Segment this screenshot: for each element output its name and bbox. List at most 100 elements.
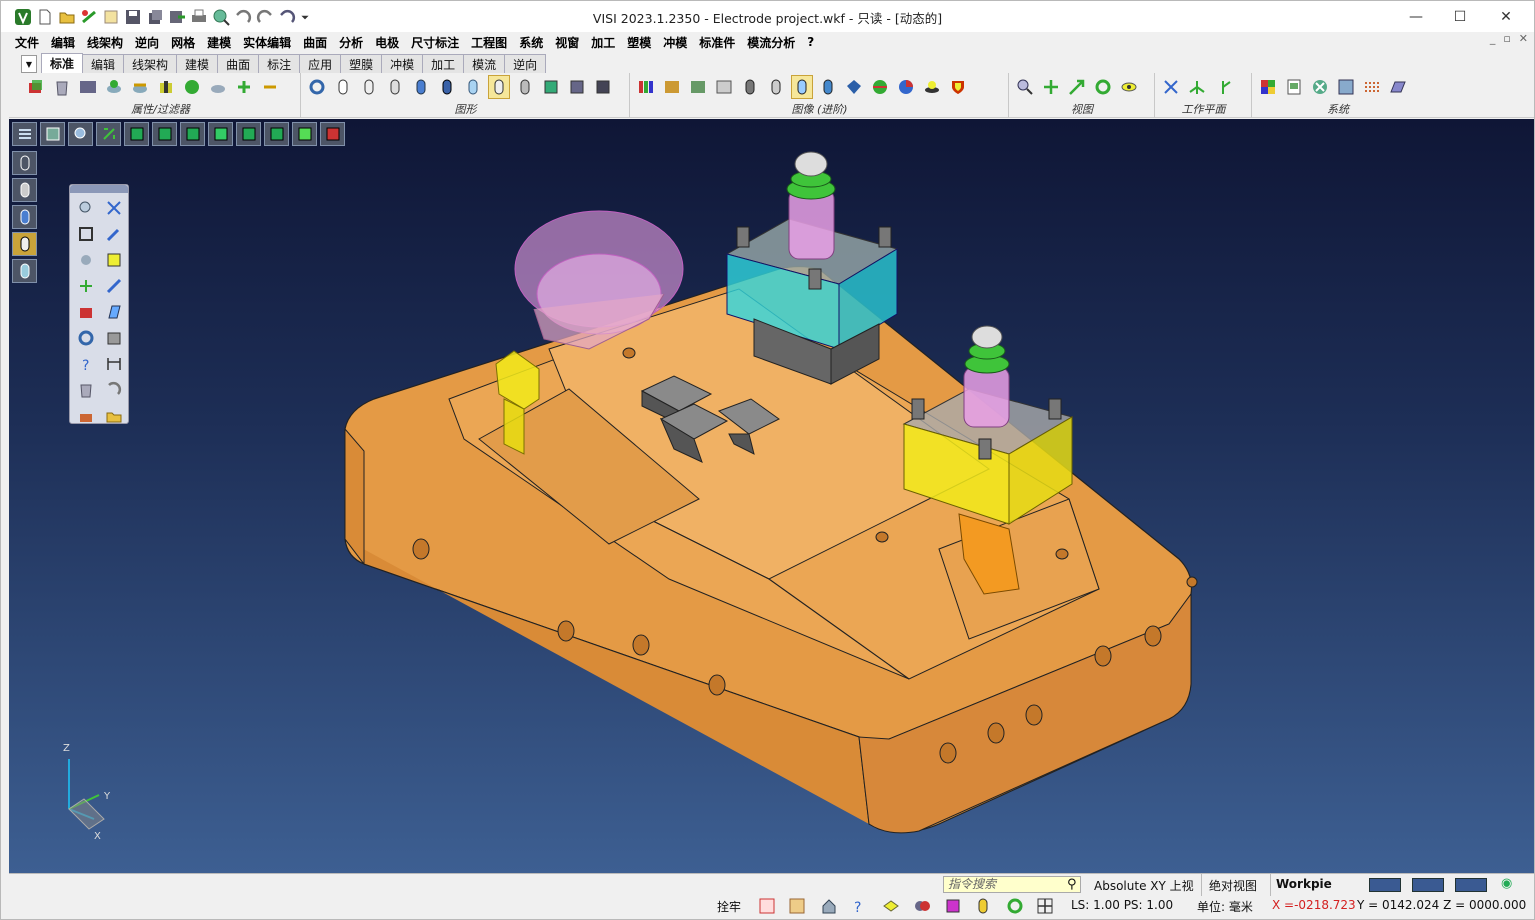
menu-reverse[interactable]: 逆向 <box>129 34 165 51</box>
export-icon[interactable] <box>167 7 187 27</box>
measure-icon[interactable] <box>74 196 98 220</box>
view-top-icon[interactable] <box>124 122 149 146</box>
cad-model-scene[interactable]: Z Y X <box>9 119 1534 873</box>
tab-surface[interactable]: 曲面 <box>217 54 260 73</box>
tab-reverse[interactable]: 逆向 <box>504 54 547 73</box>
delete-icon[interactable] <box>51 75 73 99</box>
back-arrow-icon[interactable] <box>102 378 126 402</box>
redo-icon[interactable] <box>255 7 275 27</box>
close-button[interactable]: ✕ <box>1483 1 1529 32</box>
isolate-icon[interactable] <box>207 75 229 99</box>
preview-icon[interactable] <box>211 7 231 27</box>
plane-icon[interactable] <box>1387 75 1409 99</box>
mdi-restore-button[interactable]: ▫ <box>1503 32 1510 45</box>
tab-progress-die[interactable]: 冲模 <box>381 54 424 73</box>
open-folder-icon[interactable] <box>57 7 77 27</box>
menu-lines-icon[interactable] <box>12 122 37 146</box>
help-icon[interactable]: ? <box>849 896 869 916</box>
mdi-minimize-button[interactable]: _ <box>1490 32 1496 45</box>
tab-plastic[interactable]: 塑膜 <box>340 54 383 73</box>
menu-system[interactable]: 系统 <box>513 34 549 51</box>
view-iso-icon[interactable] <box>208 122 233 146</box>
cube-status-icon[interactable] <box>943 896 963 916</box>
edit-pencil-icon[interactable] <box>102 222 126 246</box>
snap-label[interactable]: 拴牢 <box>717 898 741 915</box>
workpiece-label[interactable]: Workpie <box>1276 877 1332 891</box>
workplane-set-icon[interactable] <box>1212 75 1234 99</box>
light-icon[interactable] <box>921 75 943 99</box>
tab-wireframe[interactable]: 线架构 <box>123 54 178 73</box>
menu-modeling[interactable]: 建模 <box>201 34 237 51</box>
mdi-close-button[interactable]: ✕ <box>1519 32 1528 45</box>
render-cyl-icon[interactable] <box>514 75 536 99</box>
hidden-cyl-icon[interactable] <box>358 75 380 99</box>
workplane-axes-icon[interactable] <box>1186 75 1208 99</box>
import-icon[interactable] <box>79 7 99 27</box>
rgb-icon[interactable] <box>635 75 657 99</box>
diamond-icon[interactable] <box>843 75 865 99</box>
dynamic-rotate-icon[interactable] <box>96 122 121 146</box>
undo-icon[interactable] <box>233 7 253 27</box>
pie-icon[interactable] <box>895 75 917 99</box>
shield-icon[interactable] <box>947 75 969 99</box>
magic-icon[interactable] <box>74 248 98 272</box>
refresh-icon[interactable] <box>74 326 98 350</box>
menu-flow[interactable]: 模流分析 <box>741 34 801 51</box>
paint-icon[interactable] <box>74 300 98 324</box>
color-icon[interactable] <box>181 75 203 99</box>
wireframe-cyl-icon[interactable] <box>332 75 354 99</box>
command-search-input[interactable]: 指令搜索 <box>943 876 1081 893</box>
shaded-edges-mode-icon[interactable] <box>12 232 37 256</box>
group-status-icon[interactable] <box>912 896 932 916</box>
menu-mould[interactable]: 塑模 <box>621 34 657 51</box>
view-back-icon[interactable] <box>236 122 261 146</box>
zoom-icon[interactable] <box>1014 75 1036 99</box>
folder-tool-icon[interactable] <box>102 404 126 428</box>
view-shaded-cube-icon[interactable] <box>292 122 317 146</box>
filter-icon[interactable] <box>77 75 99 99</box>
workplane-icon[interactable] <box>1160 75 1182 99</box>
menu-help[interactable]: ? <box>801 35 820 49</box>
pan-icon[interactable] <box>1040 75 1062 99</box>
wire-mode-icon[interactable] <box>12 151 37 175</box>
shaded-cyl-icon[interactable] <box>410 75 432 99</box>
customize-dropdown-icon[interactable] <box>299 7 311 27</box>
attribute-icon[interactable] <box>25 75 47 99</box>
tab-edit[interactable]: 编辑 <box>82 54 125 73</box>
transparent-cyl-icon[interactable] <box>462 75 484 99</box>
add-layer-icon[interactable] <box>233 75 255 99</box>
view-right-icon[interactable] <box>180 122 205 146</box>
view-cube-icon[interactable] <box>566 75 588 99</box>
globe-icon[interactable]: ◉ <box>1501 876 1512 891</box>
selected-cyl-icon[interactable] <box>488 75 510 99</box>
regen-status-icon[interactable] <box>1005 896 1025 916</box>
menu-drawing[interactable]: 工程图 <box>465 34 513 51</box>
snap-mode-icon[interactable] <box>757 896 777 916</box>
floating-toolbar-handle[interactable] <box>70 185 128 193</box>
checklist-icon[interactable] <box>102 248 126 272</box>
help-query-icon[interactable]: ? <box>74 352 98 376</box>
layer-icon[interactable] <box>103 75 125 99</box>
tools-icon[interactable] <box>1309 75 1331 99</box>
shaded-edges-cyl-icon[interactable] <box>436 75 458 99</box>
arrow-icon[interactable] <box>1066 75 1088 99</box>
menu-analysis[interactable]: 分析 <box>333 34 369 51</box>
split-icon[interactable] <box>102 274 126 298</box>
maximize-button[interactable]: ☐ <box>1437 1 1483 32</box>
absolute-view-label[interactable]: 绝对视图 <box>1209 877 1257 894</box>
grid-status-icon[interactable] <box>1035 896 1055 916</box>
transparent-mode-icon[interactable] <box>12 259 37 283</box>
minimize-button[interactable]: — <box>1393 1 1439 32</box>
lit-cyl-icon[interactable] <box>791 75 813 99</box>
palette-icon[interactable] <box>1257 75 1279 99</box>
app-logo-icon[interactable] <box>13 7 33 27</box>
view-mode-label[interactable]: Absolute XY 上视 <box>1094 877 1194 894</box>
tab-machining[interactable]: 加工 <box>422 54 465 73</box>
sheet-icon[interactable] <box>102 300 126 324</box>
remove-layer-icon[interactable] <box>259 75 281 99</box>
section-icon[interactable] <box>540 75 562 99</box>
house-icon[interactable] <box>819 896 839 916</box>
view-left-icon[interactable] <box>264 122 289 146</box>
menu-edit[interactable]: 编辑 <box>45 34 81 51</box>
view-eye-icon[interactable] <box>1118 75 1140 99</box>
